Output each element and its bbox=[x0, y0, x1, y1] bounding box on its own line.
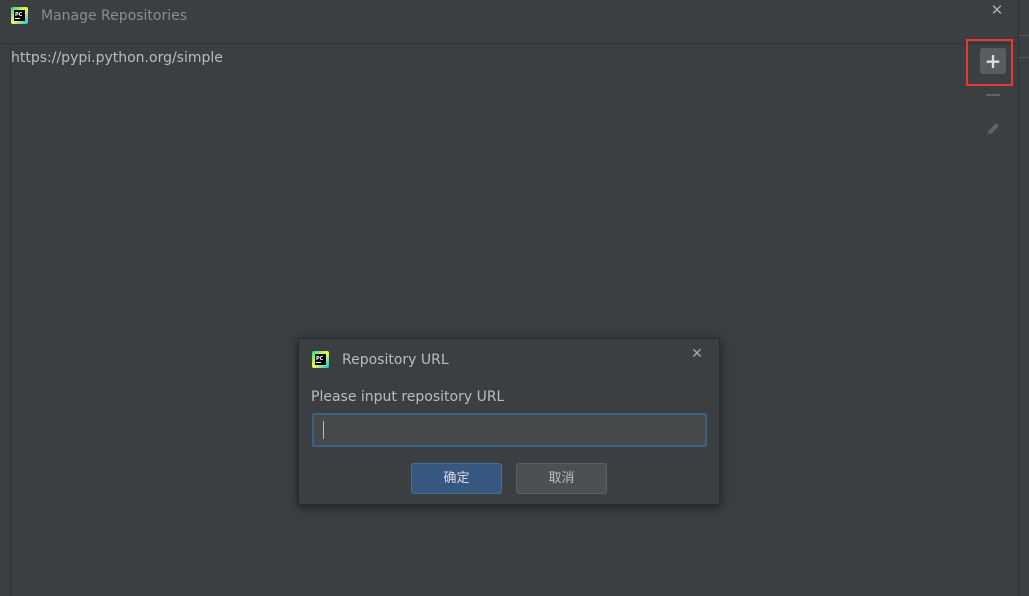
pycharm-icon: PC bbox=[312, 351, 329, 368]
edge-mark bbox=[1019, 35, 1029, 36]
window-close-icon[interactable]: ✕ bbox=[987, 0, 1007, 20]
pencil-icon bbox=[987, 123, 999, 135]
title-bar: PC Manage Repositories ✕ bbox=[0, 0, 1029, 32]
ok-button[interactable]: 确定 bbox=[411, 463, 502, 494]
window-title: Manage Repositories bbox=[41, 8, 188, 24]
cancel-button[interactable]: 取消 bbox=[516, 463, 607, 494]
text-caret bbox=[323, 421, 324, 439]
repository-url-label: Please input repository URL bbox=[311, 389, 505, 405]
add-button-highlight bbox=[966, 39, 1013, 86]
svg-text:PC: PC bbox=[15, 12, 23, 18]
window-right-edge bbox=[1018, 0, 1029, 596]
repository-url-input[interactable] bbox=[312, 413, 707, 447]
manage-repositories-window: PC Manage Repositories ✕ https://pypi.py… bbox=[0, 0, 1029, 596]
svg-text:PC: PC bbox=[316, 356, 324, 362]
minus-icon bbox=[986, 94, 1000, 96]
remove-repository-button[interactable] bbox=[980, 82, 1006, 108]
repository-url-dialog: PC Repository URL ✕ Please input reposit… bbox=[298, 338, 720, 505]
pycharm-icon: PC bbox=[11, 7, 28, 24]
repository-list[interactable]: https://pypi.python.org/simple bbox=[10, 44, 979, 596]
repository-list-item[interactable]: https://pypi.python.org/simple bbox=[11, 48, 223, 68]
edit-repository-button[interactable] bbox=[980, 116, 1006, 142]
dialog-title: Repository URL bbox=[342, 352, 449, 368]
edge-mark bbox=[1019, 57, 1029, 58]
dialog-close-icon[interactable]: ✕ bbox=[687, 344, 707, 364]
